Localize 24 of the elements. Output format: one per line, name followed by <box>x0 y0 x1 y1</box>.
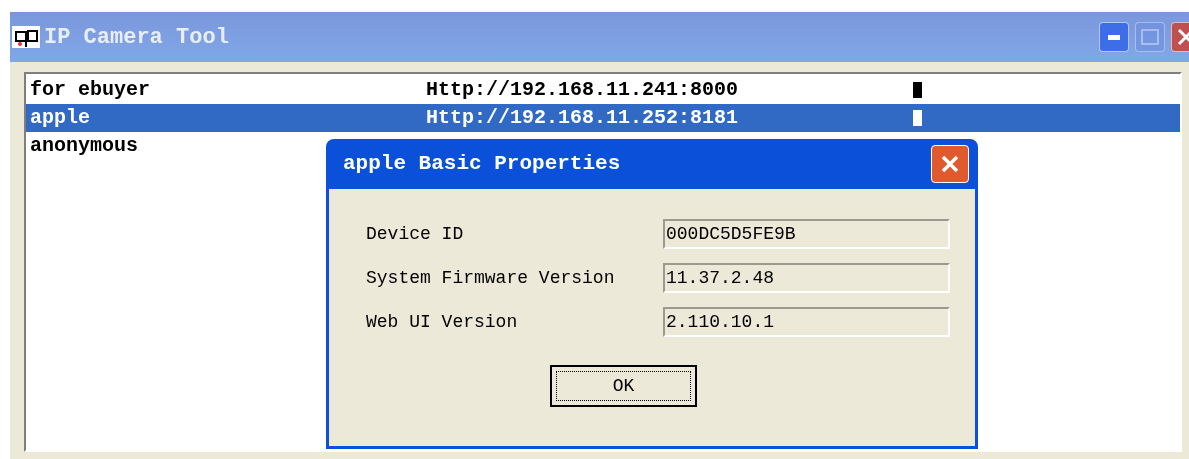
camera-url: Http://192.168.11.252:8181 <box>426 105 740 131</box>
value-field[interactable]: 2.110.10.1 <box>663 307 950 337</box>
value-field[interactable]: 000DC5D5FE9B <box>663 219 950 249</box>
maximize-icon <box>1141 29 1159 45</box>
field-label: Web UI Version <box>366 310 519 334</box>
camera-name: apple <box>29 105 91 131</box>
camera-app-icon <box>12 26 40 48</box>
value-field[interactable]: 11.37.2.48 <box>663 263 950 293</box>
camera-name: anonymous <box>29 133 140 159</box>
minimize-icon <box>1108 34 1120 40</box>
field-label: Device ID <box>366 222 465 246</box>
minimize-button[interactable] <box>1099 22 1129 52</box>
window-title: IP Camera Tool <box>44 23 229 52</box>
dialog-title: apple Basic Properties <box>343 151 621 178</box>
status-marker-icon <box>913 110 922 126</box>
field-label: System Firmware Version <box>366 266 616 290</box>
close-button[interactable] <box>931 145 969 183</box>
close-icon <box>940 154 960 174</box>
camera-row[interactable]: for ebuyer Http://192.168.11.241:8000 <box>26 76 1180 104</box>
status-marker-icon <box>913 82 922 98</box>
ok-button[interactable]: OK <box>550 365 697 407</box>
camera-row[interactable]: apple Http://192.168.11.252:8181 <box>26 104 1180 132</box>
camera-url: Http://192.168.11.241:8000 <box>426 77 740 103</box>
camera-name: for ebuyer <box>29 77 152 103</box>
